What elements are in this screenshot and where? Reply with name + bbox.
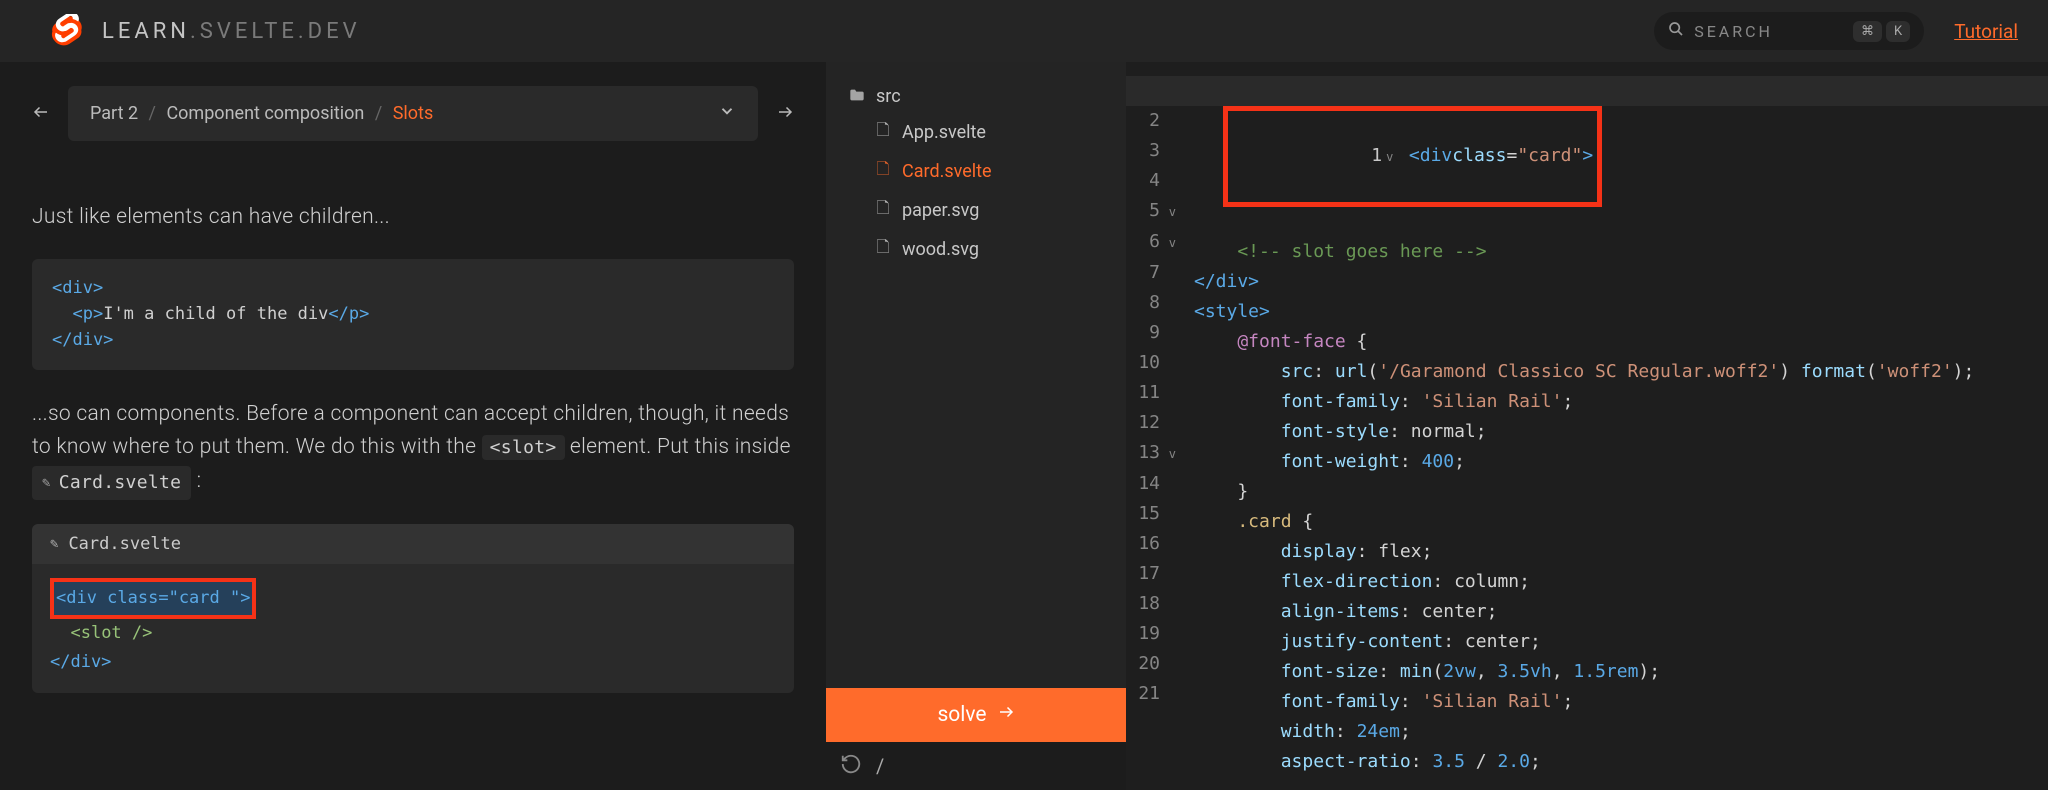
search-icon bbox=[1668, 21, 1684, 41]
prev-button[interactable] bbox=[32, 102, 50, 126]
code-content[interactable]: 1v <div class="card"> <!-- slot goes her… bbox=[1182, 76, 2048, 790]
search-placeholder: SEARCH bbox=[1694, 22, 1849, 41]
red-highlight-box-editor: 1v <div class="card"> bbox=[1223, 106, 1602, 207]
tutorial-panel: Part 2 / Component composition / Slots J… bbox=[0, 62, 826, 790]
code-example-1: <div> <p>I'm a child of the div</p> </di… bbox=[32, 259, 794, 370]
slot-inline-code: <slot> bbox=[482, 435, 565, 460]
kbd-k: K bbox=[1886, 21, 1910, 42]
tutorial-para-2: ...so can components. Before a component… bbox=[32, 398, 794, 501]
file-paper-svg[interactable]: 🗋 paper.svg bbox=[836, 191, 1116, 230]
file-card-svelte[interactable]: 🗋 Card.svelte bbox=[836, 152, 1116, 191]
code-example-2: ✎ Card.svelte <div class="card "> <slot … bbox=[32, 524, 794, 693]
code-file-header: ✎ Card.svelte bbox=[32, 524, 794, 564]
arrow-right-icon bbox=[997, 703, 1015, 727]
search-input[interactable]: SEARCH ⌘ K bbox=[1654, 12, 1924, 50]
tutorial-link[interactable]: Tutorial bbox=[1954, 20, 2018, 43]
solve-button[interactable]: solve bbox=[826, 688, 1126, 742]
file-panel: src 🗋 App.svelte 🗋 Card.svelte 🗋 paper.s… bbox=[826, 62, 1126, 790]
next-button[interactable] bbox=[776, 102, 794, 126]
file-icon: 🗋 bbox=[874, 236, 892, 263]
line-gutter: 2 3 4 5v 6v 7 8 9 10 11 12 13v 14 15 16 … bbox=[1126, 76, 1182, 790]
file-icon: 🗋 bbox=[874, 197, 892, 224]
breadcrumb-part: Part 2 bbox=[90, 103, 138, 124]
edit-icon: ✎ bbox=[42, 472, 51, 494]
code-editor[interactable]: 2 3 4 5v 6v 7 8 9 10 11 12 13v 14 15 16 … bbox=[1126, 62, 2048, 790]
breadcrumb[interactable]: Part 2 / Component composition / Slots bbox=[68, 86, 758, 141]
folder-src[interactable]: src bbox=[836, 80, 1116, 113]
svelte-logo-icon bbox=[50, 14, 84, 48]
breadcrumb-section: Component composition bbox=[166, 103, 364, 124]
main-split: Part 2 / Component composition / Slots J… bbox=[0, 62, 2048, 790]
top-bar: LEARN.SVELTE.DEV SEARCH ⌘ K Tutorial bbox=[0, 0, 2048, 62]
file-icon: 🗋 bbox=[874, 158, 892, 185]
folder-icon bbox=[848, 87, 866, 106]
red-highlight-box-left: <div class="card "> bbox=[50, 578, 256, 619]
tutorial-intro: Just like elements can have children... bbox=[32, 201, 794, 235]
breadcrumb-page: Slots bbox=[393, 103, 434, 124]
breadcrumb-nav: Part 2 / Component composition / Slots bbox=[32, 86, 794, 141]
card-svelte-file-ref[interactable]: ✎Card.svelte bbox=[32, 466, 191, 501]
site-title: LEARN.SVELTE.DEV bbox=[102, 19, 361, 44]
file-tree: src 🗋 App.svelte 🗋 Card.svelte 🗋 paper.s… bbox=[826, 62, 1126, 688]
file-icon: 🗋 bbox=[874, 119, 892, 146]
chevron-down-icon bbox=[718, 102, 736, 125]
file-app-svelte[interactable]: 🗋 App.svelte bbox=[836, 113, 1116, 152]
kbd-cmd: ⌘ bbox=[1853, 21, 1882, 42]
reload-icon[interactable] bbox=[840, 753, 862, 780]
url-path[interactable]: / bbox=[876, 754, 884, 778]
file-wood-svg[interactable]: 🗋 wood.svg bbox=[836, 230, 1116, 269]
preview-url-bar: / bbox=[826, 742, 1126, 790]
edit-icon: ✎ bbox=[50, 536, 58, 552]
